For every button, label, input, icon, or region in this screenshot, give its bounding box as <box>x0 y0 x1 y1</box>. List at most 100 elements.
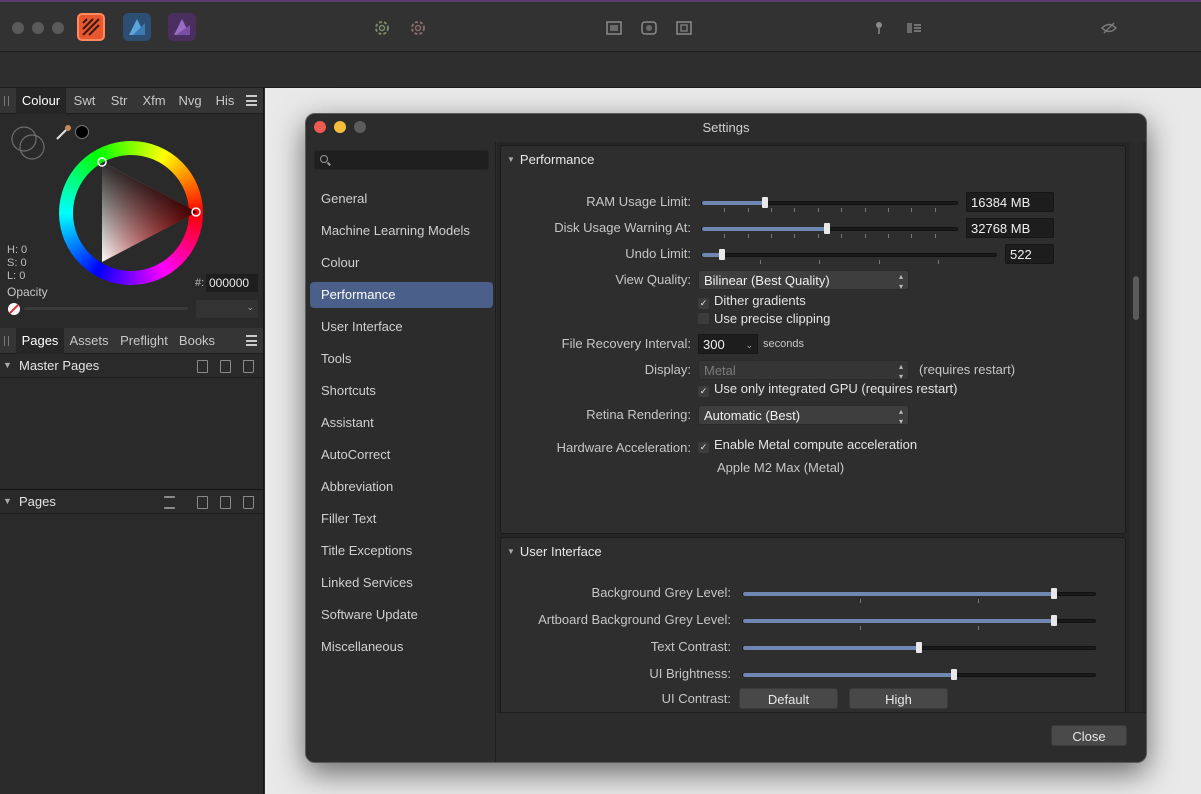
preferences-gear-icon[interactable] <box>409 19 427 37</box>
tab-history[interactable]: His <box>209 88 241 114</box>
ram-value-field[interactable]: 16384 MB <box>966 192 1054 212</box>
opacity-slider[interactable] <box>24 307 188 310</box>
window-close-button[interactable] <box>12 22 24 34</box>
integrated-gpu-checkbox[interactable]: ✓ Use only integrated GPU (requires resta… <box>698 381 957 397</box>
nav-item-shortcuts[interactable]: Shortcuts <box>310 378 493 404</box>
dither-gradients-checkbox[interactable]: ✓ Dither gradients <box>698 293 806 309</box>
hex-input[interactable]: 000000 <box>206 274 258 292</box>
text-contrast-slider[interactable] <box>742 642 1096 653</box>
chevron-down-icon[interactable]: ▼ <box>3 360 12 370</box>
window-zoom-button[interactable] <box>52 22 64 34</box>
bg-grey-slider-ticks <box>742 599 1096 603</box>
chevron-down-icon[interactable]: ▼ <box>3 496 12 506</box>
undo-slider[interactable] <box>701 249 997 260</box>
nav-item-linked-services[interactable]: Linked Services <box>310 570 493 596</box>
nav-item-tools[interactable]: Tools <box>310 346 493 372</box>
nav-item-abbreviation[interactable]: Abbreviation <box>310 474 493 500</box>
precise-clipping-checkbox[interactable]: Use precise clipping <box>698 311 830 327</box>
scrollbar-thumb[interactable] <box>1133 276 1139 320</box>
disk-value-field[interactable]: 32768 MB <box>966 218 1054 238</box>
slider-tick <box>841 208 842 212</box>
current-colour-swatch[interactable] <box>75 125 89 139</box>
tab-navigator[interactable]: Nvg <box>173 88 207 114</box>
settings-search-input[interactable] <box>314 150 489 170</box>
pin-icon[interactable] <box>870 19 888 37</box>
retina-select[interactable]: Automatic (Best) ▴ ▾ <box>698 405 909 426</box>
tab-pages[interactable]: Pages <box>16 328 64 354</box>
colour-triangle[interactable] <box>59 141 203 285</box>
panel-menu-icon[interactable] <box>246 95 257 106</box>
trash-icon[interactable] <box>243 496 254 509</box>
undo-value-field[interactable]: 522 <box>1005 244 1054 264</box>
metal-compute-checkbox[interactable]: ✓ Enable Metal compute acceleration <box>698 437 917 453</box>
nav-item-general[interactable]: General <box>310 186 493 212</box>
page-options-icon[interactable] <box>164 496 175 509</box>
text-frame-icon[interactable] <box>905 19 923 37</box>
settings-scrollbar[interactable] <box>1130 142 1142 712</box>
contrast-default-button[interactable]: Default <box>739 688 838 709</box>
checkbox-icon: ✓ <box>698 386 709 397</box>
fill-stroke-icon[interactable] <box>8 123 48 163</box>
nav-item-colour[interactable]: Colour <box>310 250 493 276</box>
recovery-interval-field[interactable]: 300 ⌄ <box>698 334 758 354</box>
ram-slider-ticks <box>701 208 958 212</box>
tab-preflight[interactable]: Preflight <box>114 328 174 354</box>
eye-hidden-icon[interactable] <box>1100 19 1118 37</box>
duplicate-master-icon[interactable] <box>220 360 231 373</box>
nav-item-filler-text[interactable]: Filler Text <box>310 506 493 532</box>
contrast-high-button[interactable]: High <box>849 688 948 709</box>
panel-menu-icon[interactable] <box>246 335 257 346</box>
tab-assets[interactable]: Assets <box>66 328 112 354</box>
disk-slider[interactable] <box>701 223 958 234</box>
view-mode-icon[interactable] <box>675 19 693 37</box>
close-button[interactable]: Close <box>1051 725 1127 746</box>
slider-tick <box>860 599 861 603</box>
designer-persona-icon[interactable] <box>123 13 151 41</box>
panel-grip-icon[interactable] <box>4 336 9 346</box>
slider-tick <box>938 260 939 264</box>
nav-item-user-interface[interactable]: User Interface <box>310 314 493 340</box>
tab-transform[interactable]: Xfm <box>137 88 171 114</box>
master-pages-section[interactable]: ▼ Master Pages <box>0 354 263 378</box>
dialog-close-button[interactable] <box>314 121 326 133</box>
tab-books[interactable]: Books <box>176 328 218 354</box>
nav-item-performance[interactable]: Performance <box>310 282 493 308</box>
nav-item-miscellaneous[interactable]: Miscellaneous <box>310 634 493 660</box>
dialog-zoom-button[interactable] <box>354 121 366 133</box>
nav-item-software-update[interactable]: Software Update <box>310 602 493 628</box>
pages-panel-tabs: Pages Assets Preflight Books <box>0 328 263 354</box>
eyedropper-icon[interactable] <box>54 122 74 142</box>
ram-slider[interactable] <box>701 197 958 208</box>
add-page-icon[interactable] <box>197 496 208 509</box>
dialog-minimize-button[interactable] <box>334 121 346 133</box>
settings-gear-icon[interactable] <box>373 19 391 37</box>
bg-grey-slider[interactable] <box>742 588 1096 599</box>
opacity-dropdown[interactable]: ⌄ <box>196 300 258 318</box>
spread-icon[interactable] <box>640 19 658 37</box>
artboard-grey-slider[interactable] <box>742 615 1096 626</box>
window-minimize-button[interactable] <box>32 22 44 34</box>
nav-item-title-exceptions[interactable]: Title Exceptions <box>310 538 493 564</box>
ui-brightness-slider[interactable] <box>742 669 1096 680</box>
slider-tick <box>818 208 819 212</box>
pages-section[interactable]: ▼ Pages <box>0 490 263 514</box>
hex-prefix: #: <box>195 277 205 289</box>
tab-swatches[interactable]: Swt <box>68 88 101 114</box>
photo-persona-icon[interactable] <box>168 13 196 41</box>
view-quality-select[interactable]: Bilinear (Best Quality) ▴ ▾ <box>698 270 909 291</box>
panel-grip-icon[interactable] <box>4 96 9 106</box>
frame-icon[interactable] <box>605 19 623 37</box>
no-fill-icon[interactable] <box>8 303 20 315</box>
chevron-down-icon[interactable]: ⌄ <box>745 335 753 355</box>
duplicate-page-icon[interactable] <box>220 496 231 509</box>
performance-title[interactable]: ▼ Performance <box>507 152 594 167</box>
publisher-persona-icon[interactable] <box>77 13 105 41</box>
trash-icon[interactable] <box>243 360 254 373</box>
nav-item-assistant[interactable]: Assistant <box>310 410 493 436</box>
nav-item-autocorrect[interactable]: AutoCorrect <box>310 442 493 468</box>
nav-item-machine-learning-models[interactable]: Machine Learning Models <box>310 218 493 244</box>
add-master-icon[interactable] <box>197 360 208 373</box>
tab-colour[interactable]: Colour <box>16 88 66 114</box>
tab-stroke[interactable]: Str <box>103 88 135 114</box>
user-interface-title[interactable]: ▼ User Interface <box>507 544 602 559</box>
